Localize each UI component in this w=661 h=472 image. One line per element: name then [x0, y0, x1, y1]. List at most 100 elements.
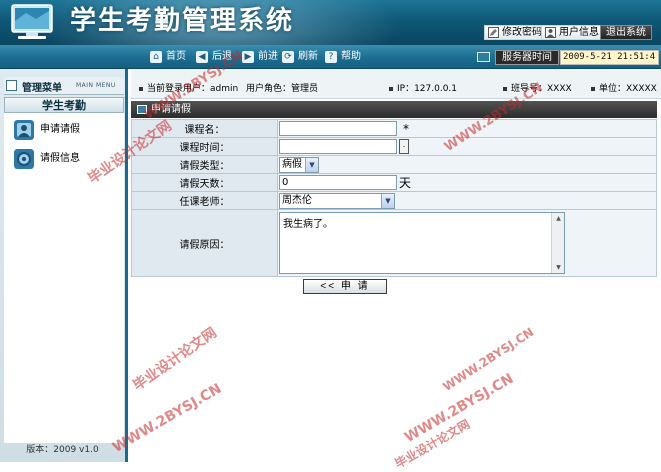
sidebar-item-leave-info[interactable]: 请假信息	[14, 148, 80, 170]
arrow-right-icon: ▶	[242, 51, 254, 63]
sidebar-subtitle: MAIN MENU	[76, 82, 116, 89]
server-monitor-icon	[477, 52, 490, 62]
refresh-icon: ⟳	[282, 51, 294, 63]
sidebar-title: 管理菜单	[22, 83, 62, 94]
sidebar-menu-list: 申请请假 请假信息	[4, 113, 124, 443]
course-name-label: 课程名：	[131, 119, 278, 138]
reason-label: 请假原因：	[131, 209, 278, 277]
panel-window-icon	[137, 105, 147, 114]
change-password-label: 修改密码	[502, 27, 542, 38]
nav-refresh[interactable]: ⟳ 刷新	[282, 50, 318, 64]
teacher-value: 周杰伦	[282, 194, 312, 206]
menu-window-icon	[6, 80, 17, 91]
teacher-cell: 周杰伦 ▼	[277, 191, 657, 210]
leave-type-label: 请假类型：	[131, 155, 278, 174]
leave-days-unit: 天	[399, 176, 412, 190]
nav-back[interactable]: ◀ 后退	[196, 50, 232, 64]
unit-text: 单位：XXXXX	[599, 84, 657, 94]
course-name-cell: *	[277, 119, 657, 138]
sidebar-item-leave-request[interactable]: 申请请假	[14, 119, 80, 141]
nav-home-label: 首页	[166, 51, 186, 62]
current-user-info: 当前登录用户：admin	[139, 81, 238, 94]
form-panel-title: 申请请假	[131, 101, 657, 118]
form-row-course-name: 课程名： *	[131, 119, 657, 138]
leave-request-icon	[14, 120, 34, 140]
form-row-reason: 请假原因： 我生病了。 ▲ ▼	[131, 209, 657, 277]
reason-text: 我生病了。	[283, 219, 333, 230]
required-mark: *	[403, 121, 409, 136]
ip-text: IP：127.0.0.1	[397, 84, 458, 94]
current-user-text: 当前登录用户：admin	[147, 84, 239, 94]
nav-home[interactable]: ⌂ 首页	[150, 50, 186, 64]
nav-bar: ⌂ 首页 ◀ 后退 ▶ 前进 ⟳ 刷新 ? 帮助 服务器时间 2009-5-21…	[0, 45, 661, 69]
form-row-course-time: 课程时间： .	[131, 137, 657, 156]
user-info-button[interactable]: 用户信息	[541, 25, 604, 40]
header-banner: 学生考勤管理系统 修改密码 用户信息 退出系统	[0, 0, 661, 45]
scroll-down-icon[interactable]: ▼	[554, 263, 563, 272]
role-info: 用户角色：管理员	[246, 81, 318, 94]
leave-request-form: 课程名： * 课程时间： . 请假类型： 病假 ▼ 请假天数： 0天 任课老师：…	[131, 119, 657, 277]
nav-help-label: 帮助	[341, 51, 361, 62]
server-time-display: 2009-5-21 21:51:4	[560, 50, 659, 65]
form-row-teacher: 任课老师： 周杰伦 ▼	[131, 191, 657, 210]
course-time-cell: .	[277, 137, 657, 156]
role-text: 用户角色：管理员	[246, 84, 319, 94]
arrow-left-icon: ◀	[196, 51, 208, 63]
change-password-button[interactable]: 修改密码	[484, 25, 547, 40]
form-row-leave-days: 请假天数： 0天	[131, 173, 657, 192]
sidebar: 管理菜单 MAIN MENU 学生考勤 申请请假 请假信息 版本：2009 v1…	[0, 69, 128, 462]
main-content: 申请请假 课程名： * 课程时间： . 请假类型： 病假 ▼ 请假天数： 0 天…	[131, 99, 661, 462]
leave-info-icon	[14, 149, 34, 169]
server-time-label: 服务器时间	[495, 50, 559, 65]
date-picker-button[interactable]: .	[399, 139, 409, 154]
nav-forward[interactable]: ▶ 前进	[242, 50, 278, 64]
form-title: 申请请假	[151, 104, 191, 115]
bullet-icon	[503, 86, 507, 91]
teacher-label: 任课老师：	[131, 191, 278, 210]
user-icon	[545, 27, 556, 38]
user-info-label: 用户信息	[559, 27, 599, 38]
logout-button[interactable]: 退出系统	[600, 25, 652, 40]
logout-label: 退出系统	[606, 27, 646, 38]
bullet-icon	[139, 86, 143, 91]
course-time-label: 课程时间：	[131, 137, 278, 156]
pencil-icon	[488, 27, 499, 38]
bullet-icon	[389, 86, 393, 91]
nav-back-label: 后退	[212, 51, 232, 62]
leave-days-input[interactable]: 0	[279, 175, 397, 190]
department-info: 班导号：XXXX	[503, 81, 572, 94]
course-time-input[interactable]	[279, 139, 397, 154]
help-icon: ?	[325, 51, 337, 63]
reason-cell: 我生病了。 ▲ ▼	[277, 209, 657, 277]
leave-type-cell: 病假 ▼	[277, 155, 657, 174]
sidebar-header: 管理菜单 MAIN MENU	[4, 77, 124, 95]
leave-days-cell: 0天	[277, 173, 657, 192]
teacher-select[interactable]: 周杰伦 ▼	[279, 192, 395, 209]
sidebar-item-leave-request-label: 申请请假	[40, 124, 80, 135]
scroll-up-icon[interactable]: ▲	[554, 214, 563, 223]
submit-leave-button[interactable]: << 申 请	[303, 279, 387, 294]
leave-days-label: 请假天数：	[131, 173, 278, 192]
sidebar-item-leave-info-label: 请假信息	[40, 153, 80, 164]
user-info-bar: 当前登录用户：admin 用户角色：管理员 IP：127.0.0.1 班导号：X…	[131, 69, 661, 99]
course-name-input[interactable]	[279, 121, 397, 136]
ip-info: IP：127.0.0.1	[389, 81, 457, 94]
chevron-down-icon: ▼	[305, 157, 318, 172]
textarea-scrollbar[interactable]: ▲ ▼	[551, 213, 564, 273]
sidebar-section-header[interactable]: 学生考勤	[4, 97, 124, 113]
nav-forward-label: 前进	[258, 51, 278, 62]
leave-type-value: 病假	[282, 158, 302, 170]
department-text: 班导号：XXXX	[511, 84, 572, 94]
home-icon: ⌂	[150, 51, 162, 63]
app-title: 学生考勤管理系统	[70, 6, 295, 36]
leave-type-select[interactable]: 病假 ▼	[279, 156, 319, 173]
nav-help[interactable]: ? 帮助	[325, 50, 361, 64]
form-row-leave-type: 请假类型： 病假 ▼	[131, 155, 657, 174]
version-text: 版本：2009 v1.0	[26, 445, 99, 455]
chevron-down-icon: ▼	[381, 193, 394, 208]
unit-info: 单位：XXXXX	[591, 81, 657, 94]
nav-refresh-label: 刷新	[298, 51, 318, 62]
bullet-icon	[591, 86, 595, 91]
monitor-logo-icon	[11, 4, 53, 39]
reason-textarea[interactable]: 我生病了。 ▲ ▼	[279, 212, 565, 274]
